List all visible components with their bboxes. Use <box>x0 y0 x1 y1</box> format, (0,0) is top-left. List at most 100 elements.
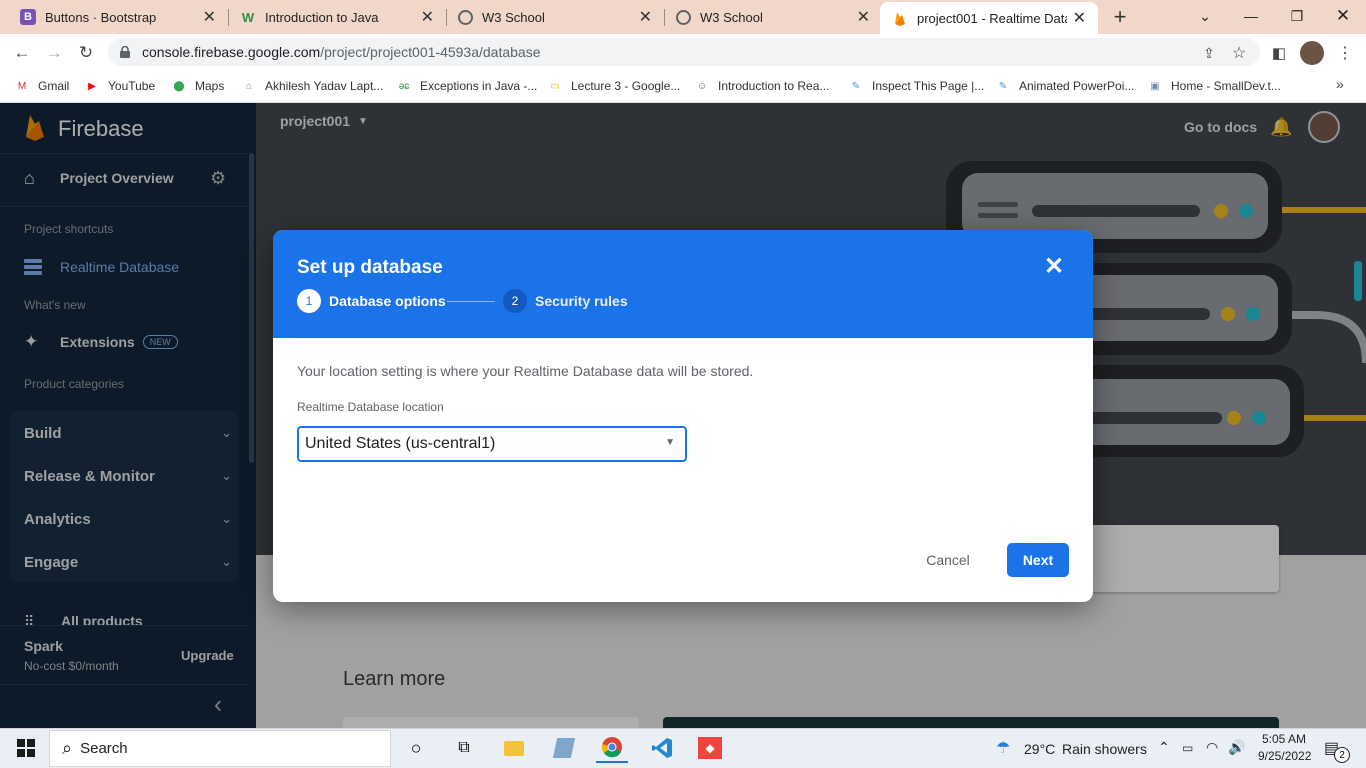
location-value: United States (us-central1) <box>305 435 496 452</box>
close-tab-icon[interactable]: ✕ <box>421 7 434 27</box>
setup-database-dialog: Set up database ✕ 1 Database options 2 S… <box>273 230 1093 602</box>
location-description: Your location setting is where your Real… <box>297 363 754 379</box>
bookmark-label: YouTube <box>108 79 156 93</box>
search-icon: ⌕ <box>62 738 73 758</box>
location-label: Realtime Database location <box>297 400 444 414</box>
close-tab-icon[interactable]: ✕ <box>1073 8 1086 28</box>
url-host: console.firebase.google.com <box>142 44 321 60</box>
bookmark-item[interactable]: ǝɕ Exceptions in Java -... <box>396 76 538 96</box>
taskbar-search-box[interactable]: ⌕ Search <box>49 730 391 767</box>
bookmark-label: Maps <box>195 79 225 93</box>
firebase-icon <box>892 10 908 26</box>
tab-title: Introduction to Java <box>265 9 379 25</box>
tab-title: project001 - Realtime Databa <box>917 10 1067 26</box>
clock[interactable]: 5:05 AM 9/25/2022 <box>1258 732 1312 763</box>
next-button[interactable]: Next <box>1007 543 1069 577</box>
dropdown-arrow-icon: ▼ <box>665 437 675 448</box>
bookmark-label: Akhilesh Yadav Lapt... <box>265 79 384 93</box>
minimize-icon[interactable]: — <box>1228 0 1274 32</box>
bookmark-item[interactable]: M Gmail <box>14 76 70 96</box>
tab-search-icon[interactable]: ⌄ <box>1182 0 1228 32</box>
url-path: /project/project001-4593a/database <box>320 44 541 60</box>
browser-tab-w3school-2[interactable]: W3 School ✕ <box>664 0 882 34</box>
cortana-icon[interactable]: ○ <box>400 733 432 763</box>
more-bookmarks-icon[interactable]: » <box>1336 76 1344 92</box>
side-panel-icon[interactable]: ◧ <box>1266 40 1292 66</box>
profile-avatar-icon[interactable] <box>1300 41 1324 65</box>
bookmark-label: Animated PowerPoi... <box>1019 79 1135 93</box>
bookmark-item[interactable]: ☺ Introduction to Rea... <box>694 76 830 96</box>
new-tab-button[interactable]: + <box>1108 4 1132 30</box>
globe-icon <box>676 9 691 25</box>
bookmark-item[interactable]: ⬤ Maps <box>171 76 224 96</box>
chevron-up-icon[interactable]: ⌃ <box>1158 739 1170 756</box>
back-arrow-icon[interactable]: ← <box>9 40 35 66</box>
bookmark-item[interactable]: ▶ YouTube <box>84 76 155 96</box>
close-window-icon[interactable]: ✕ <box>1320 0 1366 32</box>
close-tab-icon[interactable]: ✕ <box>203 7 216 27</box>
close-tab-icon[interactable]: ✕ <box>857 7 870 27</box>
notepad-icon[interactable] <box>548 733 580 763</box>
step-2-indicator: 2 <box>503 289 527 313</box>
anydesk-icon[interactable]: ◆ <box>694 733 726 763</box>
geeksforgeeks-icon: W <box>241 9 255 25</box>
weather-icon[interactable]: ☂ <box>996 738 1010 758</box>
chrome-menu-icon[interactable]: ⋮ <box>1332 40 1358 66</box>
tab-title: W3 School <box>700 9 763 25</box>
bookmark-label: Home - SmallDev.t... <box>1171 79 1281 93</box>
dialog-title: Set up database <box>297 257 443 278</box>
tab-title: Buttons · Bootstrap <box>45 9 157 25</box>
close-tab-icon[interactable]: ✕ <box>639 7 652 27</box>
browser-tab-w3school-1[interactable]: W3 School ✕ <box>446 0 664 34</box>
bookmark-star-icon[interactable]: ☆ <box>1226 40 1252 66</box>
weather-text[interactable]: Rain showers <box>1062 741 1147 757</box>
avatar-icon: ☺ <box>696 80 708 92</box>
lock-icon <box>120 45 130 58</box>
google-slides-icon: ▭ <box>550 80 560 92</box>
step-2-label: Security rules <box>535 293 628 309</box>
vscode-icon[interactable] <box>646 733 678 763</box>
cancel-button[interactable]: Cancel <box>913 543 983 577</box>
battery-icon[interactable]: ▭ <box>1182 741 1193 755</box>
globe-icon <box>458 9 473 25</box>
weather-temp[interactable]: 29°C <box>1024 741 1055 757</box>
search-placeholder: Search <box>80 740 128 757</box>
bookmark-item[interactable]: ✎ Inspect This Page |... <box>848 76 985 96</box>
windows-start-icon[interactable] <box>10 733 42 763</box>
close-dialog-icon[interactable]: ✕ <box>1044 252 1064 281</box>
wifi-icon[interactable]: ◠ <box>1206 739 1218 756</box>
share-icon[interactable]: ⇪ <box>1196 40 1222 66</box>
notification-count-badge: 2 <box>1334 747 1350 763</box>
bookmark-item[interactable]: ⌂ Akhilesh Yadav Lapt... <box>241 76 383 96</box>
bookmark-item[interactable]: ▭ Lecture 3 - Google... <box>547 76 680 96</box>
step-1-label: Database options <box>329 293 446 309</box>
bookmark-label: Introduction to Rea... <box>718 79 830 93</box>
task-view-icon[interactable]: ⧉ <box>448 733 480 763</box>
clock-time: 5:05 AM <box>1261 732 1307 746</box>
location-select[interactable]: United States (us-central1) ▼ <box>297 426 687 462</box>
browser-tab-firebase-active[interactable]: project001 - Realtime Databa ✕ <box>880 2 1098 34</box>
site-icon: ⌂ <box>245 80 253 92</box>
address-bar[interactable]: console.firebase.google.com/project/proj… <box>108 38 1260 66</box>
bookmark-label: Lecture 3 - Google... <box>571 79 681 93</box>
chrome-devtools-icon: ✎ <box>998 80 1008 92</box>
restore-window-icon[interactable]: ❐ <box>1274 0 1320 32</box>
bookmark-label: Inspect This Page |... <box>872 79 985 93</box>
browser-tab-java[interactable]: W Introduction to Java ✕ <box>228 0 446 34</box>
bookmark-item[interactable]: ▣ Home - SmallDev.t... <box>1147 76 1281 96</box>
youtube-icon: ▶ <box>88 80 96 92</box>
bootstrap-icon: B <box>20 9 36 25</box>
bookmark-label: Exceptions in Java -... <box>420 79 538 93</box>
browser-tab-bootstrap[interactable]: B Buttons · Bootstrap ✕ <box>8 0 228 34</box>
bookmark-item[interactable]: ✎ Animated PowerPoi... <box>995 76 1135 96</box>
chrome-icon[interactable] <box>596 733 628 763</box>
gmail-icon: M <box>17 80 27 92</box>
reload-icon[interactable]: ↻ <box>73 40 99 66</box>
maps-icon: ⬤ <box>173 80 185 92</box>
file-explorer-icon[interactable] <box>498 733 530 763</box>
forward-arrow-icon[interactable]: → <box>41 40 67 66</box>
clock-date: 9/25/2022 <box>1258 749 1312 763</box>
volume-icon[interactable]: 🔊 <box>1228 739 1245 756</box>
bookmark-label: Gmail <box>38 79 70 93</box>
geeksforgeeks-icon: ǝɕ <box>398 80 410 92</box>
